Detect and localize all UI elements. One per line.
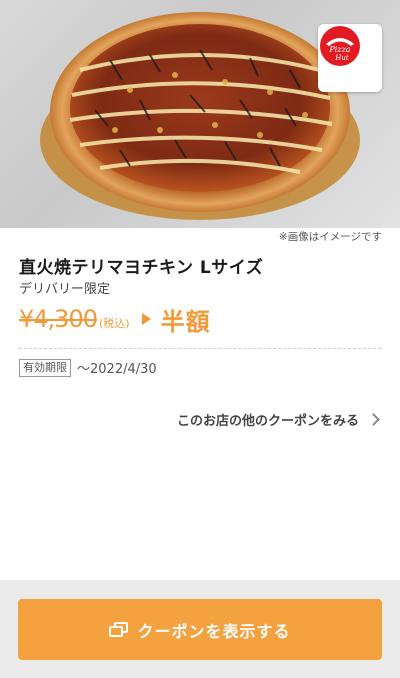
tax-note: (税込) — [98, 317, 130, 330]
price-row: ¥4,300 (税込) 半額 — [19, 302, 211, 336]
original-price: ¥4,300 — [19, 305, 98, 333]
pizza-hut-logo-icon: Pizza Hut — [320, 26, 360, 66]
strikethrough-line — [19, 319, 97, 321]
product-title: 直火焼テリマヨチキン Lサイズ — [19, 258, 264, 278]
discount-label: 半額 — [160, 307, 211, 336]
show-coupon-label: クーポンを表示する — [137, 621, 291, 641]
expiry-date: 〜2022/4/30 — [77, 362, 157, 377]
logo-text-hut: Hut — [334, 54, 349, 62]
chevron-right-icon — [367, 413, 380, 426]
show-coupon-button[interactable]: クーポンを表示する — [18, 599, 382, 660]
footer-bar: クーポンを表示する — [0, 580, 400, 678]
other-coupons-link[interactable]: このお店の他のクーポンをみる — [176, 410, 380, 429]
image-disclaimer: ※画像はイメージです — [278, 231, 382, 243]
logo-text-pizza: Pizza — [328, 45, 350, 54]
expiry-row: 有効期限 〜2022/4/30 — [19, 358, 157, 377]
arrow-right-icon — [141, 313, 151, 325]
expiry-label: 有効期限 — [19, 358, 71, 377]
pizza-hut-logo: Pizza Hut — [318, 24, 382, 92]
coupon-icon — [109, 621, 129, 638]
divider — [19, 348, 381, 349]
hero-image: Pizza Hut — [0, 0, 400, 228]
product-restriction: デリバリー限定 — [19, 282, 111, 297]
other-coupons-label: このお店の他のクーポンをみる — [176, 414, 359, 429]
